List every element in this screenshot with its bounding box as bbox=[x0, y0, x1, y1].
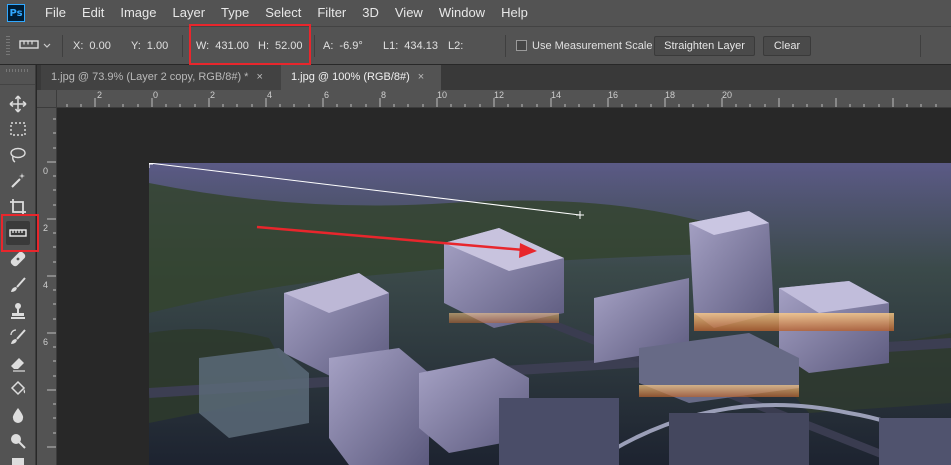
vertical-ruler[interactable]: 0 2 4 6 bbox=[37, 108, 57, 465]
menu-filter[interactable]: Filter bbox=[309, 0, 354, 26]
w-value: 431.00 bbox=[215, 40, 249, 52]
ruler-h-label: 2 bbox=[97, 90, 103, 100]
aerial-city-image bbox=[149, 163, 951, 465]
ruler-h-label: 20 bbox=[722, 90, 733, 100]
ruler-h-label: 12 bbox=[494, 90, 505, 100]
dodge-icon bbox=[11, 434, 26, 449]
clone-stamp-tool[interactable] bbox=[6, 299, 30, 323]
photoshop-logo[interactable]: Ps bbox=[7, 4, 25, 22]
angle-value: -6.9° bbox=[339, 40, 363, 52]
eraser-icon bbox=[11, 358, 25, 372]
magic-wand-icon bbox=[11, 173, 25, 188]
ruler-tool-highlight-box bbox=[1, 214, 39, 252]
measurement-scale-label: Use Measurement Scale bbox=[532, 40, 653, 52]
tools-panel-header[interactable] bbox=[0, 65, 35, 85]
lasso-icon bbox=[10, 147, 26, 163]
paint-bucket-icon bbox=[10, 380, 26, 396]
stamp-icon bbox=[11, 303, 25, 319]
document-canvas[interactable] bbox=[149, 163, 951, 465]
measurement-scale-checkbox[interactable] bbox=[516, 40, 527, 51]
ruler-h-label: 0 bbox=[153, 90, 159, 100]
healing-brush-icon bbox=[10, 251, 26, 267]
magic-wand-tool[interactable] bbox=[6, 169, 30, 193]
workspace[interactable] bbox=[58, 109, 951, 465]
ruler-preset-icon bbox=[19, 40, 51, 49]
close-icon[interactable]: × bbox=[256, 71, 262, 83]
h-value: 52.00 bbox=[275, 40, 303, 52]
menu-image[interactable]: Image bbox=[112, 0, 164, 26]
w-readout: W: 431.00 bbox=[196, 40, 249, 52]
brush-tool[interactable] bbox=[6, 273, 30, 297]
separator bbox=[62, 35, 63, 57]
ruler-h-label: 6 bbox=[324, 90, 330, 100]
dodge-tool[interactable] bbox=[6, 429, 30, 453]
ruler-v-label: 0 bbox=[43, 166, 49, 176]
menu-bar: Ps File Edit Image Layer Type Select Fil… bbox=[0, 0, 951, 26]
close-icon[interactable]: × bbox=[418, 71, 424, 83]
ruler-h-label: 10 bbox=[437, 90, 448, 100]
pen-icon bbox=[12, 458, 24, 465]
move-icon bbox=[9, 95, 27, 113]
history-brush-icon bbox=[10, 329, 26, 344]
tab-label: 1.jpg @ 73.9% (Layer 2 copy, RGB/8#) * bbox=[51, 71, 249, 83]
separator bbox=[182, 35, 183, 57]
menu-help[interactable]: Help bbox=[493, 0, 536, 26]
menu-window[interactable]: Window bbox=[431, 0, 493, 26]
l1-value: 434.13 bbox=[404, 40, 438, 52]
options-bar: X: 0.00 Y: 1.00 W: 431.00 H: 52.00 A: -6.9° L… bbox=[0, 26, 951, 64]
x-value: 0.00 bbox=[89, 40, 111, 52]
ruler-h-label: 4 bbox=[267, 90, 273, 100]
y-readout: Y: 1.00 bbox=[131, 40, 169, 52]
history-brush-tool[interactable] bbox=[6, 325, 30, 349]
document-tab-bar: 1.jpg @ 73.9% (Layer 2 copy, RGB/8#) * × … bbox=[37, 65, 951, 90]
separator bbox=[314, 35, 315, 57]
menu-file[interactable]: File bbox=[37, 0, 74, 26]
move-tool[interactable] bbox=[6, 92, 30, 116]
menu-layer[interactable]: Layer bbox=[165, 0, 214, 26]
menu-3d[interactable]: 3D bbox=[354, 0, 387, 26]
pen-tool[interactable] bbox=[6, 453, 30, 465]
ruler-h-label: 2 bbox=[210, 90, 216, 100]
marquee-tool[interactable] bbox=[6, 117, 30, 141]
blur-icon bbox=[12, 408, 24, 423]
ruler-v-label: 6 bbox=[43, 337, 49, 347]
x-readout: X: 0.00 bbox=[73, 40, 111, 52]
straighten-layer-button[interactable]: Straighten Layer bbox=[654, 36, 755, 56]
blur-tool[interactable] bbox=[6, 403, 30, 427]
brush-icon bbox=[11, 277, 26, 292]
paint-bucket-tool[interactable] bbox=[6, 377, 30, 401]
tool-preset-picker[interactable] bbox=[18, 38, 58, 54]
tab-1jpg-100[interactable]: 1.jpg @ 100% (RGB/8#) × bbox=[281, 65, 441, 90]
angle-readout: A: -6.9° bbox=[323, 40, 363, 52]
separator bbox=[505, 35, 506, 57]
options-bar-grip[interactable] bbox=[6, 36, 10, 56]
h-readout: H: 52.00 bbox=[258, 40, 303, 52]
horizontal-ruler[interactable]: 2 0 2 4 6 8 10 12 14 16 18 20 bbox=[57, 90, 951, 108]
ruler-h-label: 16 bbox=[608, 90, 619, 100]
ruler-h-label: 18 bbox=[665, 90, 676, 100]
tab-label: 1.jpg @ 100% (RGB/8#) bbox=[291, 71, 410, 83]
eraser-tool[interactable] bbox=[6, 351, 30, 375]
ruler-origin[interactable] bbox=[37, 90, 57, 108]
l2-readout: L2: bbox=[448, 40, 464, 52]
menu-edit[interactable]: Edit bbox=[74, 0, 112, 26]
chevron-down-icon bbox=[43, 43, 51, 48]
tab-layer2-copy[interactable]: 1.jpg @ 73.9% (Layer 2 copy, RGB/8#) * × bbox=[41, 65, 281, 90]
menu-select[interactable]: Select bbox=[257, 0, 309, 26]
ruler-v-label: 4 bbox=[43, 280, 49, 290]
clear-button[interactable]: Clear bbox=[763, 36, 811, 56]
y-value: 1.00 bbox=[146, 40, 169, 52]
ruler-h-label: 14 bbox=[551, 90, 562, 100]
tools-panel bbox=[0, 65, 36, 465]
separator bbox=[920, 35, 921, 57]
l1-readout: L1: 434.13 bbox=[383, 40, 438, 52]
menu-view[interactable]: View bbox=[387, 0, 431, 26]
marquee-icon bbox=[10, 122, 26, 136]
ruler-v-label: 2 bbox=[43, 223, 49, 233]
lasso-tool[interactable] bbox=[6, 143, 30, 167]
menu-type[interactable]: Type bbox=[213, 0, 257, 26]
ruler-h-label: 8 bbox=[381, 90, 387, 100]
